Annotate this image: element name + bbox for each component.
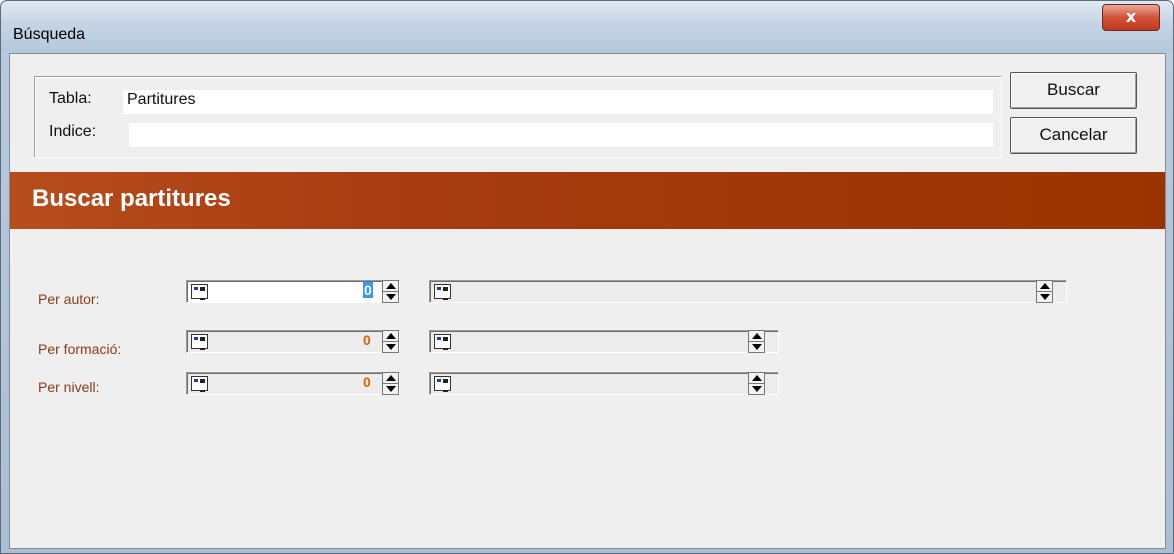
nivell-value-combo[interactable] (429, 372, 779, 395)
dialog-body: Tabla: Partitures Indice: Buscar Cancela… (9, 53, 1166, 549)
close-icon: x (1125, 7, 1137, 26)
pick-list-icon[interactable] (434, 376, 451, 392)
tabla-label: Tabla: (49, 90, 92, 107)
formacio-count: 0 (363, 332, 371, 348)
spin-up-icon[interactable] (752, 375, 762, 381)
window-title: Búsqueda (13, 26, 86, 43)
section-banner: Buscar partitures (10, 172, 1165, 229)
search-dialog: Búsqueda x Tabla: Partitures Indice: Bus… (0, 0, 1174, 554)
autor-value-combo[interactable] (429, 280, 1067, 303)
spin-up-icon[interactable] (386, 283, 396, 289)
tabla-value: Partitures (127, 91, 196, 108)
autor-value-spinner[interactable] (1036, 280, 1053, 303)
criteria-label-nivell: Per nivell: (38, 379, 100, 395)
criteria-label-autor: Per autor: (38, 291, 100, 307)
search-button[interactable]: Buscar (1010, 72, 1137, 109)
spin-up-icon[interactable] (752, 333, 762, 339)
pick-list-icon[interactable] (191, 334, 208, 350)
autor-count-spinner[interactable] (382, 280, 399, 303)
autor-count: 0 (363, 282, 373, 298)
formacio-value-spinner[interactable] (748, 330, 765, 353)
cancel-button[interactable]: Cancelar (1010, 117, 1137, 154)
formacio-count-spinner[interactable] (382, 330, 399, 353)
spin-down-icon[interactable] (1040, 294, 1050, 300)
pick-list-icon[interactable] (434, 334, 451, 350)
spin-down-icon[interactable] (386, 344, 396, 350)
spin-down-icon[interactable] (386, 294, 396, 300)
nivell-count: 0 (363, 374, 371, 390)
tabla-field: Partitures (123, 90, 993, 114)
spin-down-icon[interactable] (752, 386, 762, 392)
banner-title: Buscar partitures (32, 185, 231, 212)
spin-up-icon[interactable] (1040, 283, 1050, 289)
title-bar[interactable]: Búsqueda x (1, 1, 1173, 53)
info-panel: Tabla: Partitures Indice: (34, 76, 1002, 158)
pick-list-icon[interactable] (434, 284, 451, 300)
pick-list-icon[interactable] (191, 376, 208, 392)
indice-label: Indice: (49, 123, 97, 140)
nivell-count-spinner[interactable] (382, 372, 399, 395)
spin-up-icon[interactable] (386, 375, 396, 381)
indice-field (129, 123, 993, 147)
spin-down-icon[interactable] (752, 344, 762, 350)
criteria-label-formacio: Per formació: (38, 341, 122, 357)
close-button[interactable]: x (1102, 4, 1160, 31)
formacio-count-combo[interactable]: 0 (186, 330, 400, 353)
autor-count-combo[interactable]: 0 (186, 280, 400, 303)
pick-list-icon[interactable] (191, 284, 208, 300)
spin-up-icon[interactable] (386, 333, 396, 339)
spin-down-icon[interactable] (386, 386, 396, 392)
nivell-count-combo[interactable]: 0 (186, 372, 400, 395)
nivell-value-spinner[interactable] (748, 372, 765, 395)
formacio-value-combo[interactable] (429, 330, 779, 353)
